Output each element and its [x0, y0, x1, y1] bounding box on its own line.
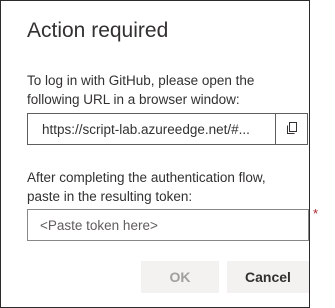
token-input[interactable] [27, 209, 309, 241]
ok-button[interactable]: OK [141, 261, 219, 293]
copy-icon [284, 120, 300, 139]
auth-dialog: Action required To log in with GitHub, p… [0, 0, 318, 308]
dialog-title: Action required [27, 19, 169, 42]
url-field-group: https://script-lab.azureedge.net/#... [27, 113, 309, 145]
cancel-button[interactable]: Cancel [227, 261, 309, 293]
required-marker: * [313, 206, 319, 221]
login-instructions: To log in with GitHub, please open the f… [27, 73, 255, 107]
token-instructions: After completing the authentication flow… [27, 170, 266, 204]
login-url-field[interactable]: https://script-lab.azureedge.net/#... [27, 113, 275, 145]
copy-url-button[interactable] [275, 113, 308, 145]
